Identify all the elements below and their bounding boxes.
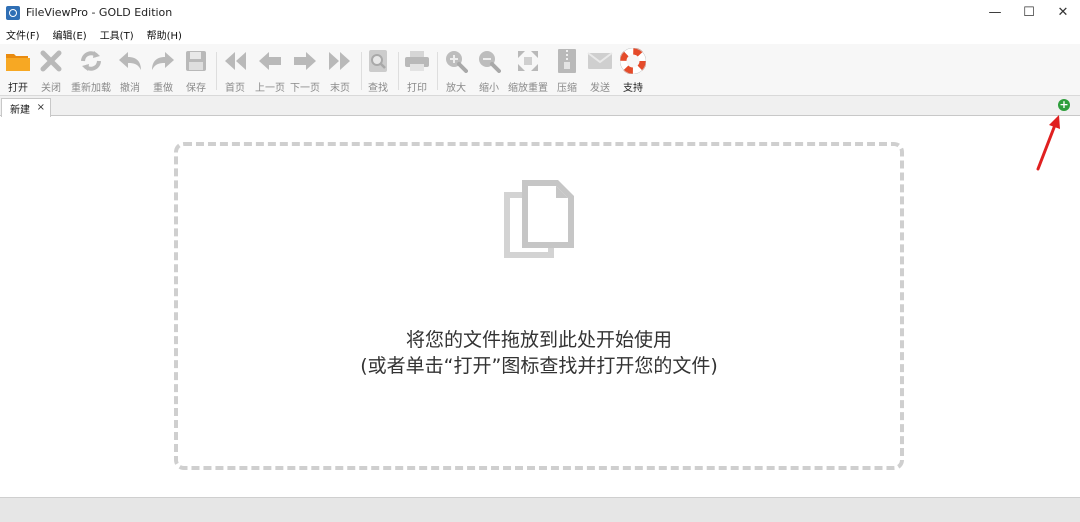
toolbar: 打开 关闭 重新加载 撤消 重做 保存 首页 上一页 下一页 末页 查找 打印 … xyxy=(0,44,1080,96)
save-button[interactable]: 保存 xyxy=(179,48,213,94)
undo-icon xyxy=(117,48,143,74)
close-file-button[interactable]: 关闭 xyxy=(34,48,68,94)
next-page-button[interactable]: 下一页 xyxy=(288,48,322,94)
zoom-out-button[interactable]: 缩小 xyxy=(472,48,506,94)
reload-icon xyxy=(78,48,104,74)
drop-zone[interactable]: 将您的文件拖放到此处开始使用 (或者单击“打开”图标查找并打开您的文件) xyxy=(174,142,904,470)
close-x-icon xyxy=(38,48,64,74)
folder-open-icon xyxy=(5,48,31,74)
zoom-reset-icon xyxy=(515,48,541,74)
zoom-in-icon xyxy=(443,48,469,74)
tab-close-icon[interactable]: × xyxy=(37,102,45,113)
compress-zip-icon xyxy=(554,48,580,74)
floppy-save-icon xyxy=(183,48,209,74)
support-button[interactable]: 支持 xyxy=(616,48,650,94)
redo-button[interactable]: 重做 xyxy=(146,48,180,94)
zoom-in-button[interactable]: 放大 xyxy=(439,48,473,94)
first-page-label: 首页 xyxy=(225,83,245,94)
tab-strip: 新建 × + xyxy=(0,96,1080,117)
compress-label: 压缩 xyxy=(557,83,577,94)
redo-icon xyxy=(150,48,176,74)
status-bar xyxy=(0,497,1080,522)
close-window-button[interactable]: ✕ xyxy=(1046,0,1080,25)
zoom-out-icon xyxy=(476,48,502,74)
previous-page-icon xyxy=(257,48,283,74)
menu-bar: 文件(F) 编辑(E) 工具(T) 帮助(H) xyxy=(0,25,1080,44)
first-page-button[interactable]: 首页 xyxy=(218,48,252,94)
send-label: 发送 xyxy=(590,83,610,94)
compress-button[interactable]: 压缩 xyxy=(550,48,584,94)
documents-icon xyxy=(500,178,578,260)
title-bar: FileViewPro - GOLD Edition — ☐ ✕ xyxy=(0,0,1080,25)
open-label: 打开 xyxy=(8,83,28,94)
redo-label: 重做 xyxy=(153,83,173,94)
window-controls: — ☐ ✕ xyxy=(978,0,1080,25)
previous-page-label: 上一页 xyxy=(255,83,285,94)
toolbar-separator xyxy=(437,52,438,90)
add-tab-icon[interactable]: + xyxy=(1058,99,1070,111)
next-page-label: 下一页 xyxy=(290,83,320,94)
find-icon xyxy=(365,48,391,74)
zoom-reset-button[interactable]: 缩放重置 xyxy=(508,48,548,94)
tab-new[interactable]: 新建 × xyxy=(1,98,51,117)
lifebuoy-support-icon xyxy=(620,48,646,74)
next-page-icon xyxy=(292,48,318,74)
undo-button[interactable]: 撤消 xyxy=(113,48,147,94)
menu-edit[interactable]: 编辑(E) xyxy=(53,27,87,42)
window-title: FileViewPro - GOLD Edition xyxy=(26,6,173,19)
menu-file[interactable]: 文件(F) xyxy=(6,27,40,42)
print-button[interactable]: 打印 xyxy=(400,48,434,94)
close-label: 关闭 xyxy=(41,83,61,94)
toolbar-separator xyxy=(398,52,399,90)
reload-button[interactable]: 重新加载 xyxy=(71,48,111,94)
zoom-out-label: 缩小 xyxy=(479,83,499,94)
drop-instruction: 将您的文件拖放到此处开始使用 xyxy=(405,329,672,351)
print-label: 打印 xyxy=(407,83,427,94)
maximize-button[interactable]: ☐ xyxy=(1012,0,1046,25)
tab-label: 新建 xyxy=(10,104,30,116)
menu-tools[interactable]: 工具(T) xyxy=(100,27,134,42)
last-page-icon xyxy=(327,48,353,74)
zoom-reset-label: 缩放重置 xyxy=(508,83,548,94)
reload-label: 重新加载 xyxy=(71,83,111,94)
zoom-in-label: 放大 xyxy=(446,83,466,94)
app-logo-icon xyxy=(6,5,20,20)
find-button[interactable]: 查找 xyxy=(361,48,395,94)
send-button[interactable]: 发送 xyxy=(583,48,617,94)
last-page-label: 末页 xyxy=(330,83,350,94)
envelope-send-icon xyxy=(587,48,613,74)
menu-help[interactable]: 帮助(H) xyxy=(147,27,182,42)
save-label: 保存 xyxy=(186,83,206,94)
find-label: 查找 xyxy=(368,83,388,94)
first-page-icon xyxy=(222,48,248,74)
previous-page-button[interactable]: 上一页 xyxy=(253,48,287,94)
annotation-arrow-icon xyxy=(1036,115,1060,171)
last-page-button[interactable]: 末页 xyxy=(323,48,357,94)
drop-instruction-hint: (或者单击“打开”图标查找并打开您的文件) xyxy=(360,355,718,377)
support-label: 支持 xyxy=(623,83,643,94)
open-button[interactable]: 打开 xyxy=(1,48,35,94)
printer-icon xyxy=(404,48,430,74)
toolbar-separator xyxy=(216,52,217,90)
undo-label: 撤消 xyxy=(120,83,140,94)
document-area[interactable]: 将您的文件拖放到此处开始使用 (或者单击“打开”图标查找并打开您的文件) xyxy=(0,117,1080,497)
minimize-button[interactable]: — xyxy=(978,0,1012,25)
